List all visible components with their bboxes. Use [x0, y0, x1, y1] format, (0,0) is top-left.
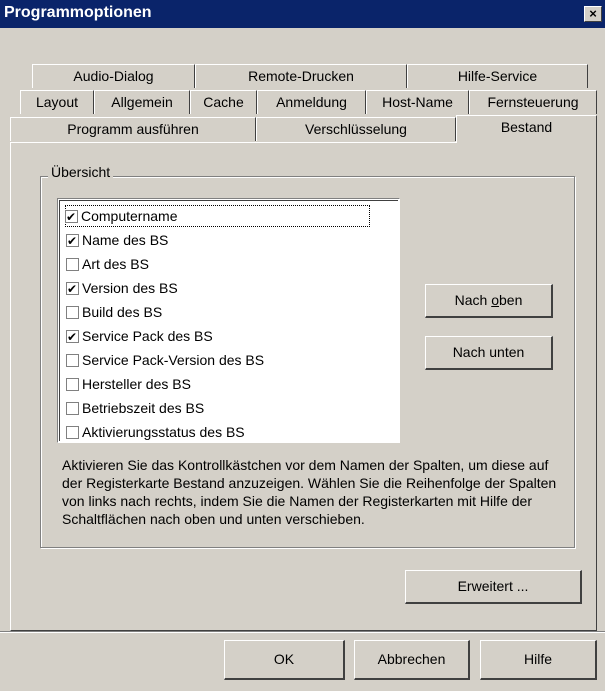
- title-bar: Programmoptionen ×: [0, 0, 605, 28]
- move-down-button[interactable]: Nach unten: [425, 336, 553, 370]
- checkbox[interactable]: [65, 206, 78, 228]
- tab-anmeldung[interactable]: Anmeldung: [257, 90, 366, 114]
- bottom-separator: [0, 631, 605, 633]
- list-item-label: Hersteller des BS: [82, 376, 191, 392]
- checkbox[interactable]: [66, 402, 79, 415]
- checkbox[interactable]: [66, 378, 79, 391]
- checkbox[interactable]: [66, 230, 79, 252]
- description-text: Aktivieren Sie das Kontrollkästchen vor …: [62, 457, 557, 527]
- list-item-label: Computername: [81, 208, 178, 224]
- list-item[interactable]: Hersteller des BS: [66, 373, 191, 395]
- tab-audio-dialog[interactable]: Audio-Dialog: [32, 64, 195, 88]
- close-button[interactable]: ×: [584, 6, 602, 22]
- list-item-label: Service Pack des BS: [82, 328, 213, 344]
- tab-remote-drucken[interactable]: Remote-Drucken: [195, 64, 407, 88]
- tab-cache[interactable]: Cache: [190, 90, 257, 114]
- list-item-label: Service Pack-Version des BS: [82, 352, 265, 368]
- advanced-button[interactable]: Erweitert ...: [405, 570, 582, 604]
- tab-host-name[interactable]: Host-Name: [366, 90, 469, 114]
- list-item[interactable]: Computername: [65, 205, 370, 228]
- tab-verschluesselung[interactable]: Verschlüsselung: [256, 117, 456, 141]
- tab-programm-ausfuehren[interactable]: Programm ausführen: [10, 117, 256, 141]
- list-item[interactable]: Name des BS: [66, 229, 169, 252]
- checkbox[interactable]: [66, 258, 79, 271]
- list-item-label: Aktivierungsstatus des BS: [82, 424, 245, 440]
- list-item-label: Name des BS: [82, 232, 169, 248]
- list-item[interactable]: Service Pack-Version des BS: [66, 349, 264, 371]
- list-item-label: Art des BS: [82, 256, 149, 272]
- move-up-button[interactable]: Nach oben: [425, 284, 553, 318]
- list-item[interactable]: Build des BS: [66, 301, 162, 323]
- list-item-label: Betriebszeit des BS: [82, 400, 205, 416]
- window-title: Programmoptionen: [4, 4, 152, 21]
- list-item[interactable]: Version des BS: [66, 277, 178, 300]
- checkbox[interactable]: [66, 354, 79, 367]
- cancel-button[interactable]: Abbrechen: [354, 640, 470, 680]
- ok-button[interactable]: OK: [224, 640, 345, 680]
- list-item[interactable]: Aktivierungsstatus des BS: [66, 421, 245, 442]
- list-item[interactable]: Art des BS: [66, 253, 149, 275]
- tab-fernsteuerung[interactable]: Fernsteuerung: [469, 90, 597, 114]
- list-item-label: Build des BS: [82, 304, 163, 320]
- help-button[interactable]: Hilfe: [480, 640, 597, 680]
- checkbox[interactable]: [66, 326, 79, 348]
- list-item[interactable]: Service Pack des BS: [66, 325, 213, 348]
- tab-bestand[interactable]: Bestand: [456, 115, 597, 143]
- checkbox[interactable]: [66, 278, 79, 300]
- checkbox[interactable]: [66, 426, 79, 439]
- column-listbox[interactable]: Computername Name des BS Art des BS Vers…: [57, 198, 400, 443]
- list-item-label: Version des BS: [82, 280, 178, 296]
- checkbox[interactable]: [66, 306, 79, 319]
- tab-allgemein[interactable]: Allgemein: [94, 90, 190, 114]
- list-item[interactable]: Betriebszeit des BS: [66, 397, 204, 419]
- tab-layout[interactable]: Layout: [20, 90, 94, 114]
- tab-hilfe-service[interactable]: Hilfe-Service: [407, 64, 588, 88]
- group-label: Übersicht: [48, 164, 114, 180]
